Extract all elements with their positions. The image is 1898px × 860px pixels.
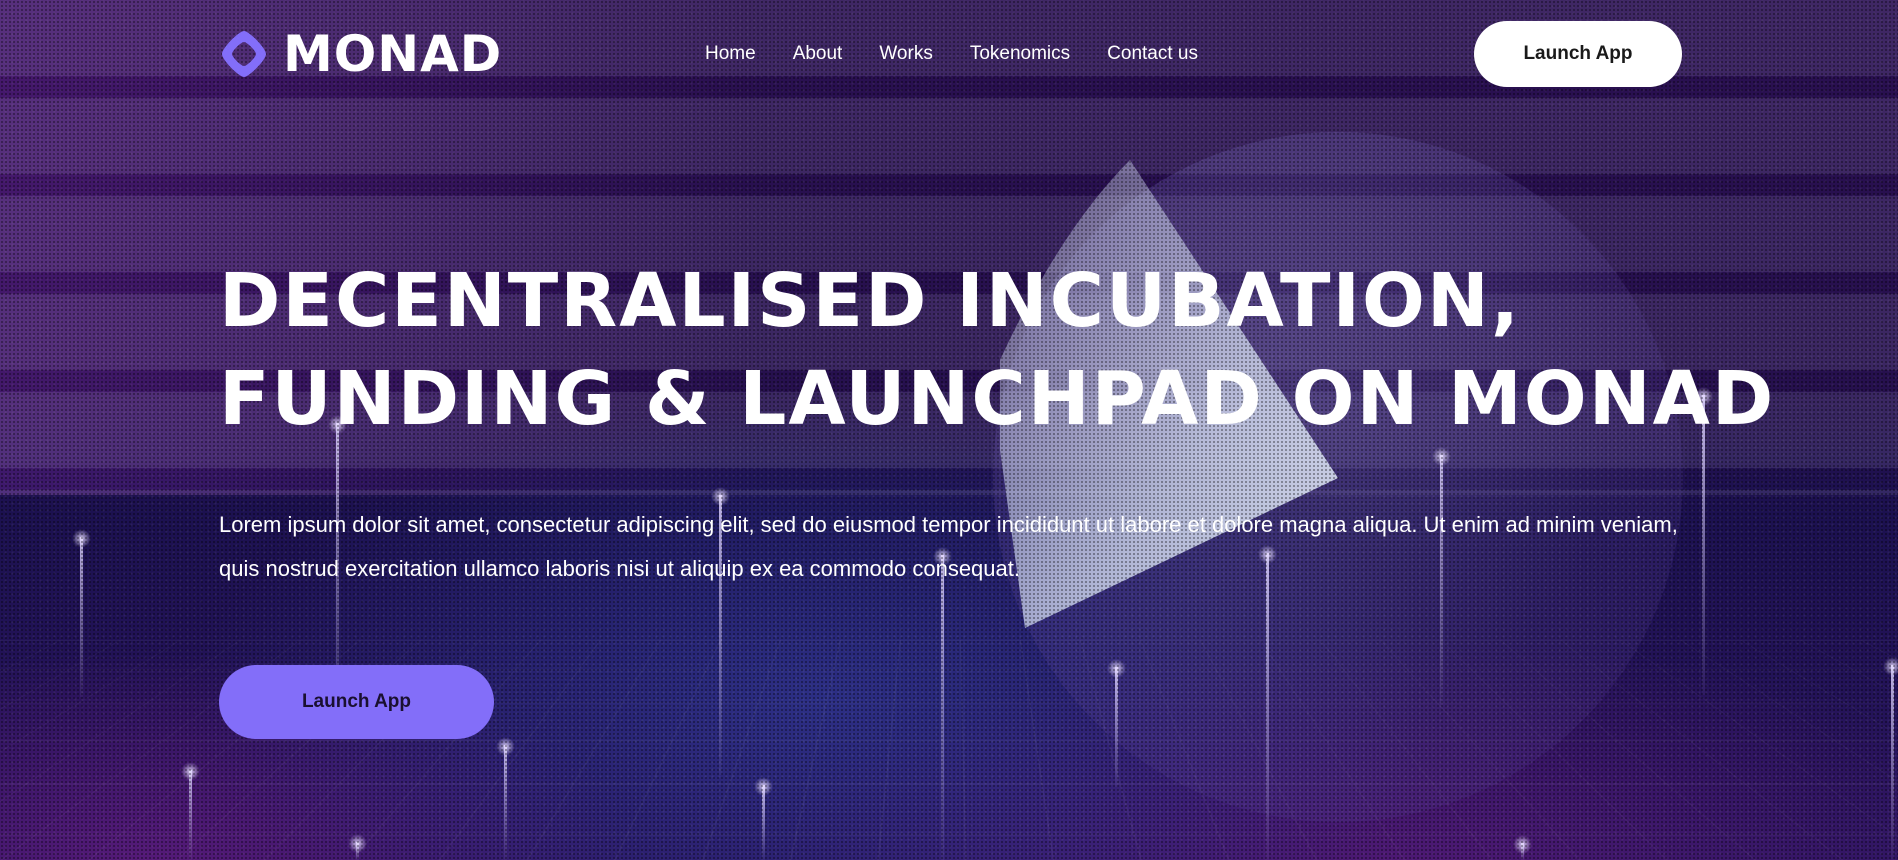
- landing-page: MONAD Home About Works Tokenomics Contac…: [0, 0, 1898, 860]
- light-pillar: [1513, 835, 1532, 860]
- light-pillar: [1883, 657, 1898, 860]
- nav-item-tokenomics[interactable]: Tokenomics: [970, 40, 1070, 68]
- hero-launch-app-button[interactable]: Launch App: [219, 665, 494, 739]
- nav-item-works[interactable]: Works: [879, 40, 932, 68]
- light-pillar: [181, 762, 200, 860]
- main-nav: Home About Works Tokenomics Contact us: [705, 40, 1235, 68]
- nav-item-home[interactable]: Home: [705, 40, 756, 68]
- header-launch-app-button[interactable]: Launch App: [1474, 21, 1682, 87]
- light-pillar: [933, 547, 952, 860]
- light-pillar: [754, 777, 773, 860]
- brand-name: MONAD: [283, 25, 503, 83]
- site-header: MONAD Home About Works Tokenomics Contac…: [0, 0, 1898, 108]
- hero-title: DECENTRALISED INCUBATION, FUNDING & LAUN…: [219, 252, 1775, 448]
- light-pillar: [72, 529, 91, 697]
- light-pillar: [496, 737, 515, 860]
- hero-title-line-2: FUNDING & LAUNCHPAD ON MONAD: [219, 356, 1776, 442]
- light-pillar: [1258, 545, 1277, 860]
- hero-title-line-1: DECENTRALISED INCUBATION,: [219, 258, 1521, 344]
- brand-logo[interactable]: MONAD: [219, 27, 502, 81]
- nav-item-contact-us[interactable]: Contact us: [1107, 40, 1198, 68]
- monad-diamond-icon: [222, 31, 266, 77]
- nav-item-about[interactable]: About: [793, 40, 843, 68]
- light-pillar: [1107, 659, 1126, 787]
- light-pillar: [348, 834, 367, 860]
- hero-description: Lorem ipsum dolor sit amet, consectetur …: [219, 512, 1678, 581]
